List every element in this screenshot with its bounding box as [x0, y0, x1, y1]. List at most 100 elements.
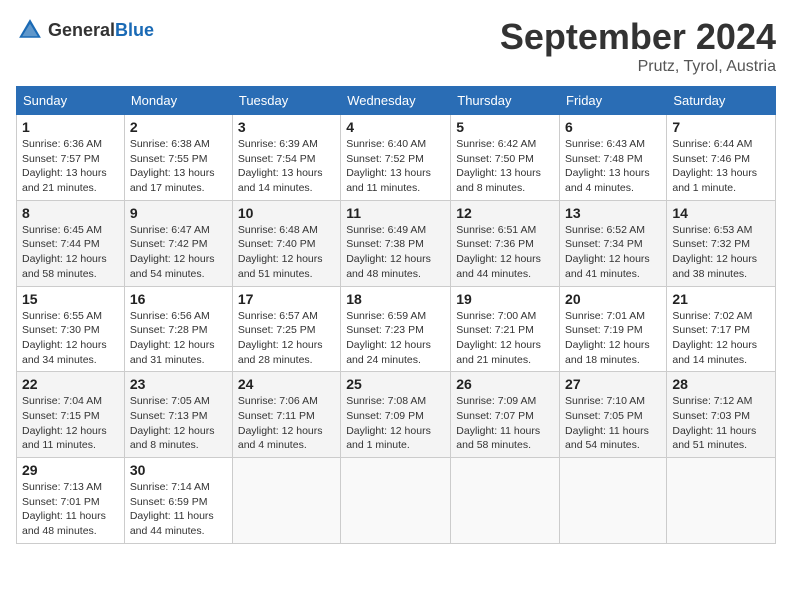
- day-number: 12: [456, 205, 554, 221]
- day-number: 30: [130, 462, 227, 478]
- weekday-header-tuesday: Tuesday: [232, 87, 340, 115]
- calendar-cell: 26 Sunrise: 7:09 AMSunset: 7:07 PMDayligh…: [451, 372, 560, 458]
- calendar-cell: 17 Sunrise: 6:57 AMSunset: 7:25 PMDayligh…: [232, 286, 340, 372]
- day-number: 26: [456, 376, 554, 392]
- weekday-header-sunday: Sunday: [17, 87, 125, 115]
- day-number: 3: [238, 119, 335, 135]
- day-number: 5: [456, 119, 554, 135]
- day-number: 18: [346, 291, 445, 307]
- calendar-cell: 8 Sunrise: 6:45 AMSunset: 7:44 PMDaylight…: [17, 200, 125, 286]
- weekday-header-friday: Friday: [560, 87, 667, 115]
- calendar-cell: [232, 458, 340, 544]
- day-info: Sunrise: 6:47 AMSunset: 7:42 PMDaylight:…: [130, 223, 227, 282]
- day-number: 20: [565, 291, 661, 307]
- day-info: Sunrise: 7:09 AMSunset: 7:07 PMDaylight:…: [456, 394, 554, 453]
- day-number: 17: [238, 291, 335, 307]
- calendar-cell: 10Sunrise: 6:48 AMSunset: 7:40 PMDayligh…: [232, 200, 340, 286]
- day-info: Sunrise: 6:42 AMSunset: 7:50 PMDaylight:…: [456, 137, 554, 196]
- title-block: September 2024 Prutz, Tyrol, Austria: [500, 16, 776, 76]
- day-info: Sunrise: 6:39 AMSunset: 7:54 PMDaylight:…: [238, 137, 335, 196]
- weekday-header-thursday: Thursday: [451, 87, 560, 115]
- calendar-cell: [451, 458, 560, 544]
- calendar-cell: [560, 458, 667, 544]
- day-number: 15: [22, 291, 119, 307]
- calendar-cell: [341, 458, 451, 544]
- day-info: Sunrise: 6:43 AMSunset: 7:48 PMDaylight:…: [565, 137, 661, 196]
- calendar-cell: 28 Sunrise: 7:12 AMSunset: 7:03 PMDayligh…: [667, 372, 776, 458]
- calendar-cell: 30 Sunrise: 7:14 AMSunset: 6:59 PMDayligh…: [124, 458, 232, 544]
- day-info: Sunrise: 6:56 AMSunset: 7:28 PMDaylight:…: [130, 309, 227, 368]
- day-number: 19: [456, 291, 554, 307]
- calendar-cell: 7Sunrise: 6:44 AMSunset: 7:46 PMDaylight…: [667, 115, 776, 201]
- logo: GeneralBlue: [16, 16, 154, 44]
- page-header: GeneralBlue September 2024 Prutz, Tyrol,…: [16, 16, 776, 76]
- month-title: September 2024: [500, 16, 776, 58]
- day-number: 28: [672, 376, 770, 392]
- day-info: Sunrise: 7:04 AMSunset: 7:15 PMDaylight:…: [22, 394, 119, 453]
- calendar-cell: 15 Sunrise: 6:55 AMSunset: 7:30 PMDayligh…: [17, 286, 125, 372]
- day-info: Sunrise: 6:55 AMSunset: 7:30 PMDaylight:…: [22, 309, 119, 368]
- calendar-cell: 25 Sunrise: 7:08 AMSunset: 7:09 PMDayligh…: [341, 372, 451, 458]
- day-info: Sunrise: 6:45 AMSunset: 7:44 PMDaylight:…: [22, 223, 119, 282]
- day-info: Sunrise: 7:05 AMSunset: 7:13 PMDaylight:…: [130, 394, 227, 453]
- day-info: Sunrise: 6:57 AMSunset: 7:25 PMDaylight:…: [238, 309, 335, 368]
- day-info: Sunrise: 7:12 AMSunset: 7:03 PMDaylight:…: [672, 394, 770, 453]
- day-info: Sunrise: 6:36 AMSunset: 7:57 PMDaylight:…: [22, 137, 119, 196]
- day-number: 27: [565, 376, 661, 392]
- calendar-cell: 20 Sunrise: 7:01 AMSunset: 7:19 PMDayligh…: [560, 286, 667, 372]
- day-number: 6: [565, 119, 661, 135]
- day-info: Sunrise: 7:08 AMSunset: 7:09 PMDaylight:…: [346, 394, 445, 453]
- day-info: Sunrise: 7:14 AMSunset: 6:59 PMDaylight:…: [130, 480, 227, 539]
- day-number: 25: [346, 376, 445, 392]
- calendar-cell: 12 Sunrise: 6:51 AMSunset: 7:36 PMDayligh…: [451, 200, 560, 286]
- day-info: Sunrise: 7:01 AMSunset: 7:19 PMDaylight:…: [565, 309, 661, 368]
- weekday-header-wednesday: Wednesday: [341, 87, 451, 115]
- logo-blue: Blue: [115, 20, 154, 40]
- calendar-cell: 2 Sunrise: 6:38 AMSunset: 7:55 PMDaylight…: [124, 115, 232, 201]
- day-number: 13: [565, 205, 661, 221]
- calendar-cell: [667, 458, 776, 544]
- calendar-cell: 27 Sunrise: 7:10 AMSunset: 7:05 PMDayligh…: [560, 372, 667, 458]
- calendar-cell: 19 Sunrise: 7:00 AMSunset: 7:21 PMDayligh…: [451, 286, 560, 372]
- day-info: Sunrise: 6:38 AMSunset: 7:55 PMDaylight:…: [130, 137, 227, 196]
- day-number: 29: [22, 462, 119, 478]
- calendar-cell: 21 Sunrise: 7:02 AMSunset: 7:17 PMDayligh…: [667, 286, 776, 372]
- weekday-header-monday: Monday: [124, 87, 232, 115]
- calendar-cell: 9 Sunrise: 6:47 AMSunset: 7:42 PMDaylight…: [124, 200, 232, 286]
- calendar-cell: 22 Sunrise: 7:04 AMSunset: 7:15 PMDayligh…: [17, 372, 125, 458]
- weekday-header-row: SundayMondayTuesdayWednesdayThursdayFrid…: [17, 87, 776, 115]
- calendar-cell: 3 Sunrise: 6:39 AMSunset: 7:54 PMDaylight…: [232, 115, 340, 201]
- calendar-cell: 14Sunrise: 6:53 AMSunset: 7:32 PMDayligh…: [667, 200, 776, 286]
- week-row-2: 8 Sunrise: 6:45 AMSunset: 7:44 PMDaylight…: [17, 200, 776, 286]
- day-number: 16: [130, 291, 227, 307]
- day-info: Sunrise: 6:44 AMSunset: 7:46 PMDaylight:…: [672, 137, 770, 196]
- week-row-4: 22 Sunrise: 7:04 AMSunset: 7:15 PMDayligh…: [17, 372, 776, 458]
- weekday-header-saturday: Saturday: [667, 87, 776, 115]
- day-info: Sunrise: 6:40 AMSunset: 7:52 PMDaylight:…: [346, 137, 445, 196]
- day-number: 9: [130, 205, 227, 221]
- calendar-cell: 6 Sunrise: 6:43 AMSunset: 7:48 PMDaylight…: [560, 115, 667, 201]
- calendar-cell: 16 Sunrise: 6:56 AMSunset: 7:28 PMDayligh…: [124, 286, 232, 372]
- day-info: Sunrise: 6:49 AMSunset: 7:38 PMDaylight:…: [346, 223, 445, 282]
- week-row-3: 15 Sunrise: 6:55 AMSunset: 7:30 PMDayligh…: [17, 286, 776, 372]
- day-info: Sunrise: 7:13 AMSunset: 7:01 PMDaylight:…: [22, 480, 119, 539]
- day-info: Sunrise: 7:02 AMSunset: 7:17 PMDaylight:…: [672, 309, 770, 368]
- day-number: 21: [672, 291, 770, 307]
- day-info: Sunrise: 7:10 AMSunset: 7:05 PMDaylight:…: [565, 394, 661, 453]
- calendar-cell: 29 Sunrise: 7:13 AMSunset: 7:01 PMDayligh…: [17, 458, 125, 544]
- day-info: Sunrise: 7:06 AMSunset: 7:11 PMDaylight:…: [238, 394, 335, 453]
- day-info: Sunrise: 6:52 AMSunset: 7:34 PMDaylight:…: [565, 223, 661, 282]
- logo-icon: [16, 16, 44, 44]
- day-info: Sunrise: 7:00 AMSunset: 7:21 PMDaylight:…: [456, 309, 554, 368]
- location-title: Prutz, Tyrol, Austria: [500, 58, 776, 76]
- day-number: 24: [238, 376, 335, 392]
- day-info: Sunrise: 6:59 AMSunset: 7:23 PMDaylight:…: [346, 309, 445, 368]
- day-number: 22: [22, 376, 119, 392]
- week-row-5: 29 Sunrise: 7:13 AMSunset: 7:01 PMDayligh…: [17, 458, 776, 544]
- calendar-cell: 18 Sunrise: 6:59 AMSunset: 7:23 PMDayligh…: [341, 286, 451, 372]
- day-number: 2: [130, 119, 227, 135]
- day-number: 8: [22, 205, 119, 221]
- day-info: Sunrise: 6:51 AMSunset: 7:36 PMDaylight:…: [456, 223, 554, 282]
- calendar-cell: 4Sunrise: 6:40 AMSunset: 7:52 PMDaylight…: [341, 115, 451, 201]
- logo-general: General: [48, 20, 115, 40]
